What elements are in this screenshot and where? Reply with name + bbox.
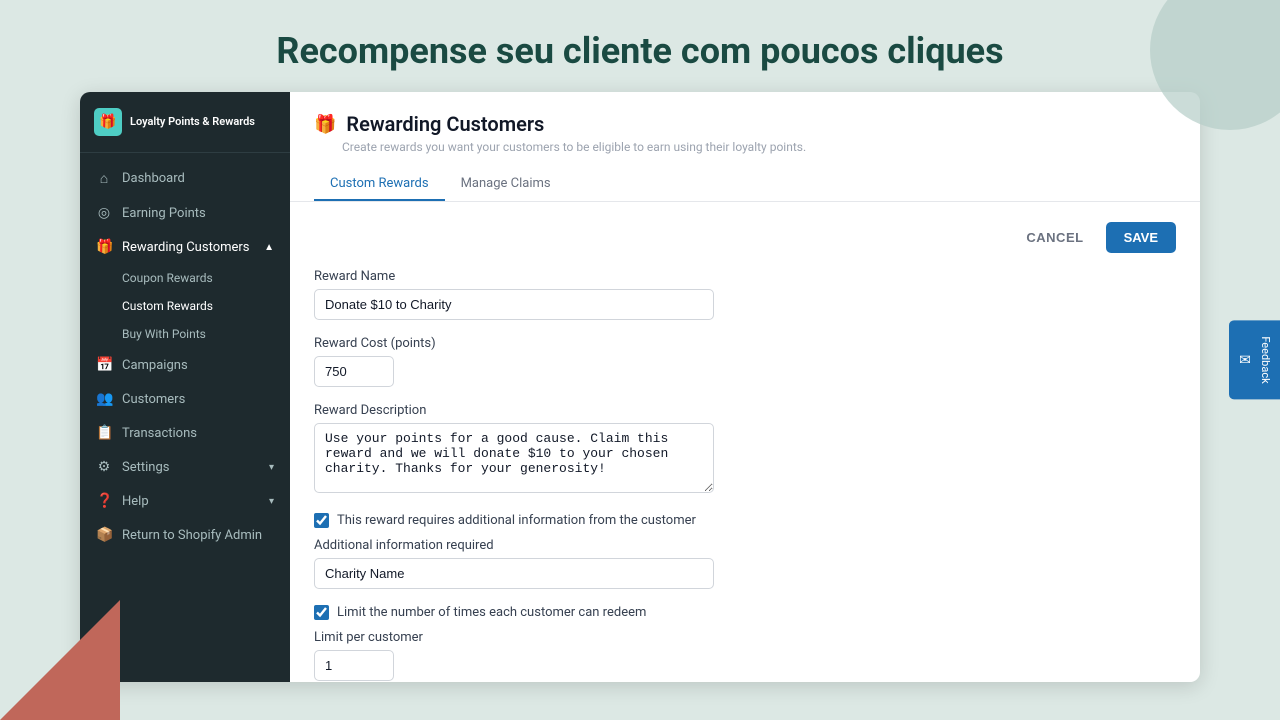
limit-per-customer-checkbox[interactable] xyxy=(314,605,329,620)
sidebar-item-dashboard[interactable]: ⌂ Dashboard xyxy=(80,161,290,196)
mail-icon: ✉ xyxy=(1237,352,1253,368)
shopify-icon: 📦 xyxy=(96,527,112,543)
sidebar-item-settings[interactable]: ⚙ Settings ▾ xyxy=(80,450,290,484)
reward-description-label: Reward Description xyxy=(314,403,1176,418)
sidebar-label-settings: Settings xyxy=(122,460,169,475)
sidebar-item-coupon-rewards[interactable]: Coupon Rewards xyxy=(80,264,290,292)
reward-description-textarea[interactable]: Use your points for a good cause. Claim … xyxy=(314,423,714,493)
sidebar-item-earning-points[interactable]: ◎ Earning Points xyxy=(80,196,290,230)
reward-cost-group: Reward Cost (points) xyxy=(314,336,1176,387)
chevron-settings-icon: ▾ xyxy=(269,462,274,473)
additional-info-group: Additional information required xyxy=(314,538,1176,589)
sidebar-label-campaigns: Campaigns xyxy=(122,358,188,373)
sidebar-submenu-rewarding: Coupon Rewards Custom Rewards Buy With P… xyxy=(80,264,290,348)
cancel-button[interactable]: CANCEL xyxy=(1014,222,1095,253)
limit-per-customer-input[interactable] xyxy=(314,650,394,681)
circle-icon: ◎ xyxy=(96,205,112,221)
sidebar-brand[interactable]: 🎁 Loyalty Points & Rewards xyxy=(80,92,290,153)
checkbox2-label: Limit the number of times each customer … xyxy=(337,605,646,620)
deco-triangle xyxy=(0,600,120,720)
tabs-row: Custom Rewards Manage Claims xyxy=(314,168,1176,201)
tab-manage-claims[interactable]: Manage Claims xyxy=(445,168,567,201)
sidebar-label-help: Help xyxy=(122,494,149,509)
checkbox1-label: This reward requires additional informat… xyxy=(337,513,696,528)
content-title: Rewarding Customers xyxy=(346,112,544,136)
reward-name-input[interactable] xyxy=(314,289,714,320)
content-title-icon: 🎁 xyxy=(314,114,336,135)
reward-description-group: Reward Description Use your points for a… xyxy=(314,403,1176,497)
form-top-row: CANCEL SAVE xyxy=(314,222,1176,253)
form-area: CANCEL SAVE Reward Name Reward Cost (poi… xyxy=(290,202,1200,682)
checkbox2-row: Limit the number of times each customer … xyxy=(314,605,1176,620)
brand-icon: 🎁 xyxy=(94,108,122,136)
gift-icon: 🎁 xyxy=(96,239,112,255)
sidebar-item-transactions[interactable]: 📋 Transactions xyxy=(80,416,290,450)
sidebar-label-return-shopify: Return to Shopify Admin xyxy=(122,528,262,543)
sidebar-label-earning-points: Earning Points xyxy=(122,206,206,221)
list-icon: 📋 xyxy=(96,425,112,441)
people-icon: 👥 xyxy=(96,391,112,407)
reward-cost-label: Reward Cost (points) xyxy=(314,336,1176,351)
brand-label: Loyalty Points & Rewards xyxy=(130,115,255,129)
tab-custom-rewards[interactable]: Custom Rewards xyxy=(314,168,445,201)
help-icon: ❓ xyxy=(96,493,112,509)
chevron-help-icon: ▾ xyxy=(269,496,274,507)
settings-icon: ⚙ xyxy=(96,459,112,475)
main-content: 🎁 Rewarding Customers Create rewards you… xyxy=(290,92,1200,682)
save-button[interactable]: SAVE xyxy=(1106,222,1176,253)
sidebar-label-rewarding-customers: Rewarding Customers xyxy=(122,240,250,255)
limit-per-customer-group: Limit per customer xyxy=(314,630,1176,681)
sidebar-item-return-shopify[interactable]: 📦 Return to Shopify Admin xyxy=(80,518,290,552)
chevron-down-icon: ▲ xyxy=(264,242,274,253)
additional-info-label: Additional information required xyxy=(314,538,1176,553)
feedback-label: Feedback xyxy=(1259,336,1272,383)
calendar-icon: 📅 xyxy=(96,357,112,373)
main-container: 🎁 Loyalty Points & Rewards ⌂ Dashboard ◎… xyxy=(80,92,1200,682)
feedback-button[interactable]: Feedback ✉ xyxy=(1229,320,1280,399)
sidebar-item-buy-with-points[interactable]: Buy With Points xyxy=(80,320,290,348)
additional-info-checkbox[interactable] xyxy=(314,513,329,528)
reward-name-label: Reward Name xyxy=(314,269,1176,284)
checkbox1-row: This reward requires additional informat… xyxy=(314,513,1176,528)
sidebar-item-help[interactable]: ❓ Help ▾ xyxy=(80,484,290,518)
home-icon: ⌂ xyxy=(96,170,112,187)
content-title-row: 🎁 Rewarding Customers xyxy=(314,112,1176,136)
page-headline: Recompense seu cliente com poucos clique… xyxy=(0,0,1280,92)
limit-per-customer-label: Limit per customer xyxy=(314,630,1176,645)
sidebar: 🎁 Loyalty Points & Rewards ⌂ Dashboard ◎… xyxy=(80,92,290,682)
content-subtitle: Create rewards you want your customers t… xyxy=(314,140,1176,154)
sidebar-item-custom-rewards[interactable]: Custom Rewards xyxy=(80,292,290,320)
sidebar-item-campaigns[interactable]: 📅 Campaigns xyxy=(80,348,290,382)
reward-name-group: Reward Name xyxy=(314,269,1176,320)
content-header: 🎁 Rewarding Customers Create rewards you… xyxy=(290,92,1200,202)
sidebar-item-customers[interactable]: 👥 Customers xyxy=(80,382,290,416)
reward-cost-input[interactable] xyxy=(314,356,394,387)
sidebar-label-dashboard: Dashboard xyxy=(122,171,185,186)
sidebar-item-rewarding-customers[interactable]: 🎁 Rewarding Customers ▲ xyxy=(80,230,290,264)
additional-info-input[interactable] xyxy=(314,558,714,589)
sidebar-label-customers: Customers xyxy=(122,392,185,407)
sidebar-label-transactions: Transactions xyxy=(122,426,197,441)
